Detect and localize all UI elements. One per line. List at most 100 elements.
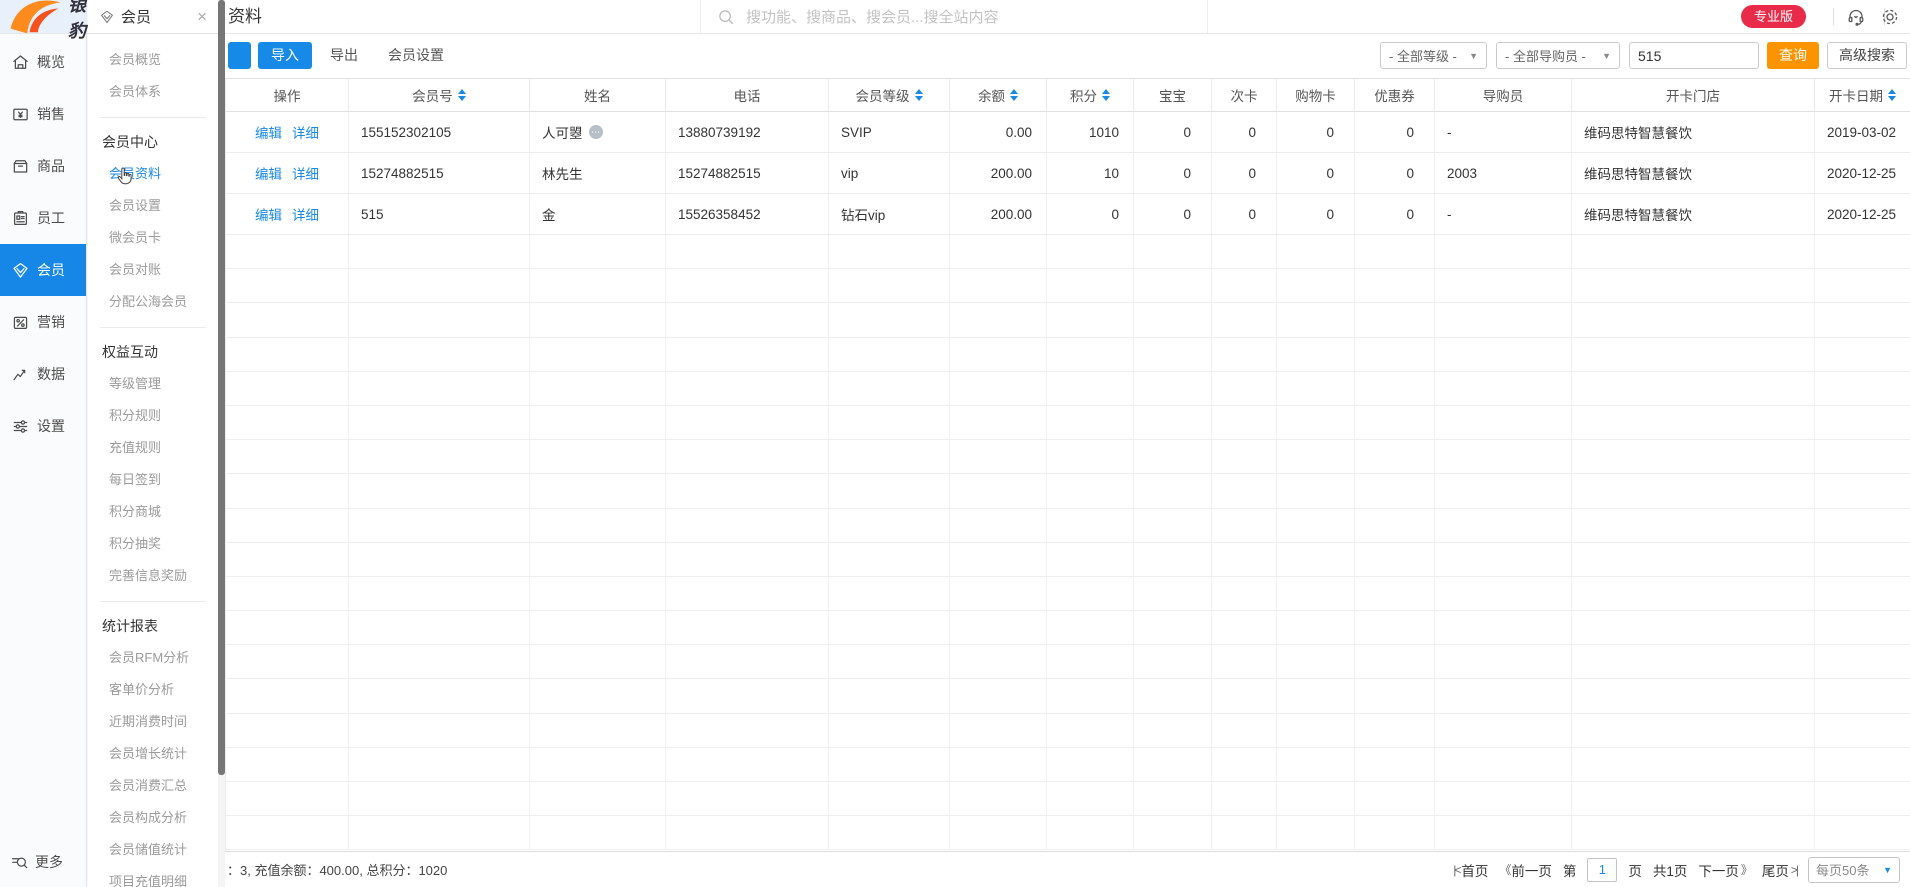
edit-link[interactable]: 编辑: [255, 122, 282, 142]
column-header: 宝宝: [1134, 79, 1212, 112]
sidebar-item-overview[interactable]: 概览: [0, 36, 86, 88]
pagination-last[interactable]: 尾页 >|: [1762, 860, 1799, 880]
panel-item[interactable]: 近期消费时间: [88, 706, 218, 738]
sidebar-item-data[interactable]: 数据: [0, 348, 86, 400]
sort-icon[interactable]: [1102, 89, 1110, 101]
panel-item[interactable]: 客单价分析: [88, 674, 218, 706]
panel-item[interactable]: 每日签到: [88, 464, 218, 496]
panel-item[interactable]: 积分规则: [88, 400, 218, 432]
sort-icon[interactable]: [914, 89, 923, 101]
panel-item[interactable]: 会员增长统计: [88, 738, 218, 770]
export-button[interactable]: 导出: [330, 42, 358, 69]
pagination-prev[interactable]: 《前一页: [1499, 860, 1552, 880]
empty-cell: [1355, 269, 1435, 304]
panel-scrollbar-thumb[interactable]: [218, 0, 225, 775]
member-settings-button[interactable]: 会员设置: [388, 42, 444, 69]
sidebar-item-staff[interactable]: 员工: [0, 192, 86, 244]
empty-row: [226, 337, 1910, 372]
column-header[interactable]: 会员号: [349, 79, 530, 112]
panel-item[interactable]: 积分抽奖: [88, 528, 218, 560]
pagination-next[interactable]: 下一页》: [1698, 860, 1753, 880]
edit-link[interactable]: 编辑: [255, 204, 282, 224]
close-icon[interactable]: ×: [197, 8, 207, 25]
panel-group-title: 统计报表: [102, 618, 158, 634]
panel-item[interactable]: 积分商城: [88, 496, 218, 528]
sidebar-item-goods[interactable]: 商品: [0, 140, 86, 192]
panel-item[interactable]: 完善信息奖励: [88, 560, 218, 592]
empty-cell: [349, 576, 530, 612]
pagination-first[interactable]: |< 首页: [1453, 860, 1488, 880]
empty-cell: [1435, 782, 1572, 817]
panel-scrollbar[interactable]: [218, 0, 225, 887]
empty-cell: [349, 611, 530, 646]
detail-link[interactable]: 详细: [292, 122, 319, 142]
empty-cell: [530, 337, 666, 372]
page-number-input[interactable]: [1587, 857, 1618, 882]
gear-icon[interactable]: [1879, 6, 1901, 28]
cell-value: 0: [1183, 206, 1191, 222]
column-label: 会员等级: [855, 89, 910, 104]
empty-cell: [1815, 816, 1910, 851]
pro-version-badge[interactable]: 专业版: [1741, 5, 1807, 28]
empty-cell: [530, 235, 666, 270]
detail-link[interactable]: 详细: [292, 204, 319, 224]
query-button[interactable]: 查询: [1767, 42, 1819, 69]
panel-item[interactable]: 会员设置: [88, 190, 218, 222]
column-header[interactable]: 积分: [1047, 79, 1134, 112]
panel-item[interactable]: 充值规则: [88, 432, 218, 464]
panel-item[interactable]: 项目充值明细: [88, 866, 218, 887]
column-header[interactable]: 开卡日期: [1815, 79, 1910, 112]
hidden-button-fragment[interactable]: [228, 42, 251, 69]
column-header[interactable]: 余额: [950, 79, 1047, 112]
last-page-icon: >|: [1790, 862, 1799, 877]
cell-value: 0: [1406, 124, 1414, 140]
support-headset-icon[interactable]: [1845, 6, 1867, 28]
empty-cell: [1435, 474, 1572, 509]
panel-item[interactable]: 会员概览: [88, 44, 218, 76]
sales-icon: [11, 105, 30, 124]
panel-item[interactable]: 会员体系: [88, 76, 218, 108]
page-title: 资料: [228, 7, 262, 26]
empty-cell: [1815, 372, 1910, 406]
panel-item[interactable]: 会员储值统计: [88, 834, 218, 866]
per-page-select[interactable]: 每页50条 ▼: [1808, 856, 1900, 883]
advanced-search-button[interactable]: 高级搜索: [1827, 42, 1907, 69]
sidebar-item-settings[interactable]: 设置: [0, 400, 86, 452]
column-header[interactable]: 会员等级: [829, 79, 950, 112]
empty-cell: [530, 371, 666, 406]
store-cell: 维码思特智慧餐饮: [1572, 112, 1815, 153]
panel-item[interactable]: 分配公海会员: [88, 286, 218, 318]
panel-item[interactable]: 会员对账: [88, 254, 218, 286]
sidebar-item-marketing[interactable]: 营销: [0, 296, 86, 348]
guide-filter-dropdown[interactable]: - 全部导购员 - ▼: [1496, 42, 1620, 69]
empty-cell: [349, 679, 530, 714]
panel-item[interactable]: 会员资料: [88, 158, 218, 190]
import-button[interactable]: 导入: [258, 42, 312, 69]
global-search-input[interactable]: 搜功能、搜商品、搜会员...搜全站内容: [717, 0, 999, 33]
empty-cell: [1277, 269, 1355, 304]
sidebar-item-more[interactable]: 更多: [0, 841, 86, 883]
empty-cell: [1212, 303, 1277, 338]
member-search-input[interactable]: [1629, 42, 1759, 69]
empty-cell: [1355, 611, 1435, 646]
sidebar-item-sales[interactable]: 销售: [0, 88, 86, 140]
panel-item[interactable]: 等级管理: [88, 368, 218, 400]
panel-item[interactable]: 会员RFM分析: [88, 642, 218, 674]
panel-item[interactable]: 会员构成分析: [88, 802, 218, 834]
empty-cell: [1277, 303, 1355, 338]
search-icon: [717, 8, 735, 26]
edit-link[interactable]: 编辑: [255, 163, 282, 183]
sort-icon[interactable]: [457, 89, 466, 101]
level-filter-dropdown[interactable]: - 全部等级 - ▼: [1380, 42, 1487, 69]
sort-icon[interactable]: [1010, 89, 1018, 101]
logo[interactable]: 银豹: [0, 0, 87, 41]
panel-item[interactable]: 微会员卡: [88, 222, 218, 254]
sidebar-item-member[interactable]: 会员: [0, 244, 86, 296]
detail-link[interactable]: 详细: [292, 163, 319, 183]
sort-icon[interactable]: [1888, 89, 1896, 101]
panel-item[interactable]: 会员消费汇总: [88, 770, 218, 802]
empty-cell: [1435, 645, 1572, 680]
balance-cell: 200.00: [950, 153, 1047, 194]
sidebar-item-label: 销售: [37, 106, 65, 122]
cell-value: 2020-12-25: [1826, 206, 1896, 222]
